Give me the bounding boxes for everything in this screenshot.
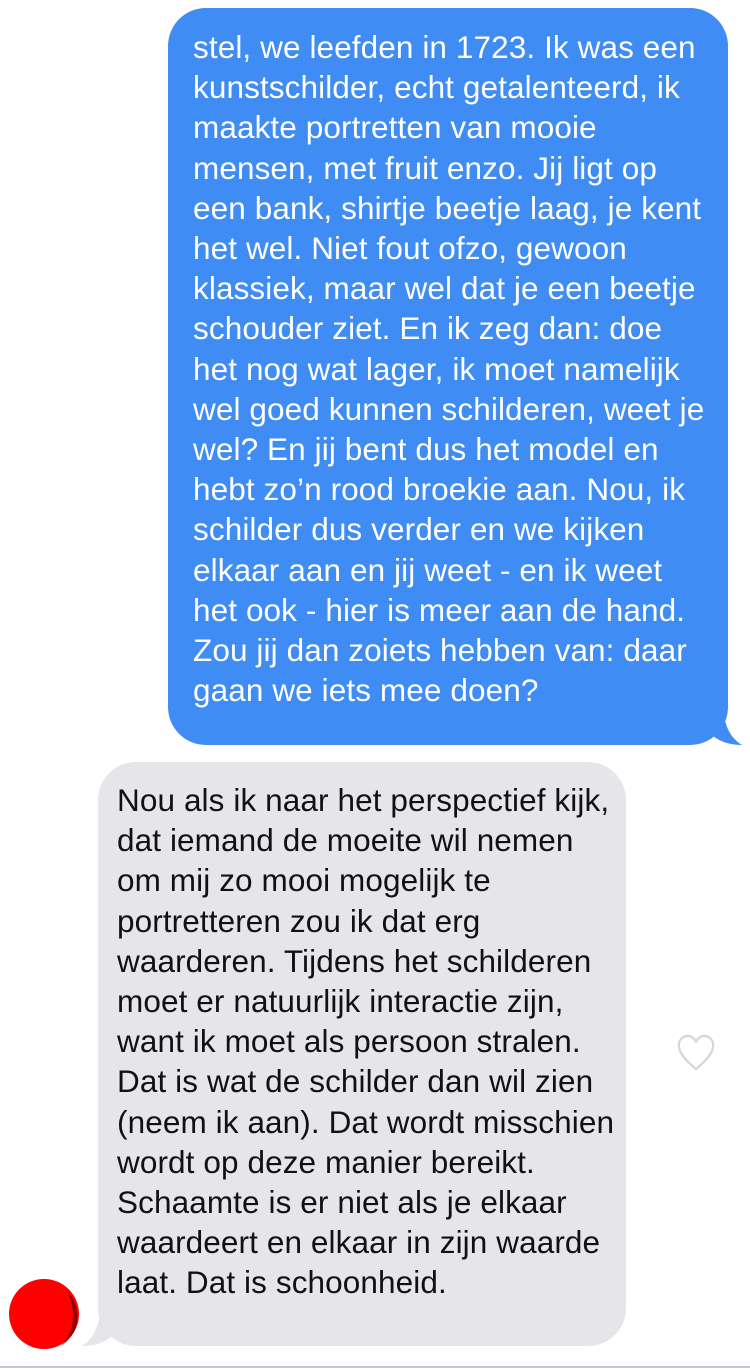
heart-outline-icon[interactable] <box>676 1034 716 1072</box>
outgoing-bubble-tail <box>712 715 742 745</box>
outgoing-message-bubble[interactable]: stel, we leefden in 1723. Ik was een kun… <box>168 8 728 745</box>
incoming-bubble-tail <box>82 1314 112 1346</box>
outgoing-message-text: stel, we leefden in 1723. Ik was een kun… <box>193 29 705 709</box>
incoming-message-text: Nou als ik naar het perspectief kijk, da… <box>117 782 615 1301</box>
avatar-edge-shadow <box>61 1291 78 1346</box>
incoming-message-bubble[interactable]: Nou als ik naar het perspectief kijk, da… <box>98 762 626 1346</box>
